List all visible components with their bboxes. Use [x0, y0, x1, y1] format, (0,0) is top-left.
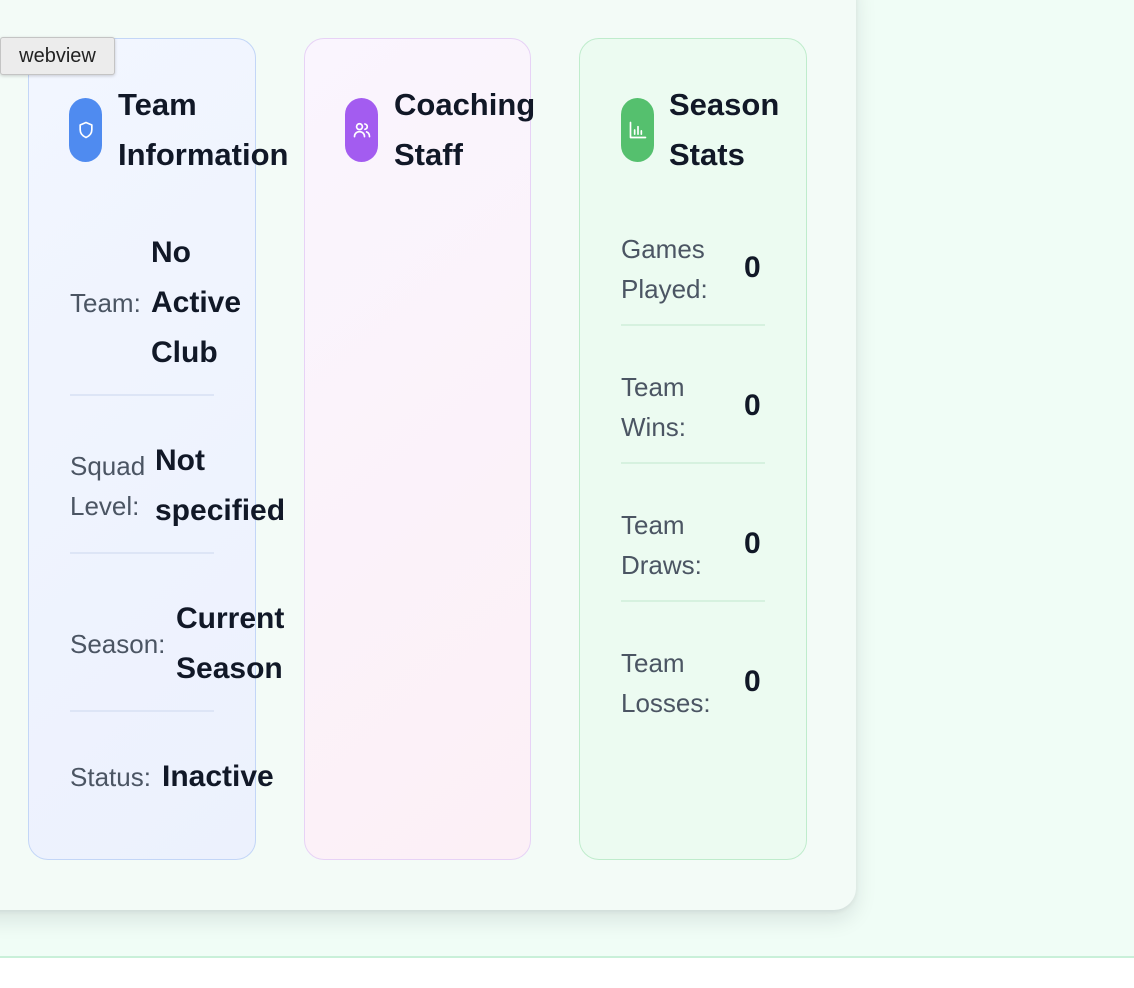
row-divider [621, 324, 765, 326]
team-draws-label: Team Draws: [621, 510, 702, 580]
team-information-title: Team Information [118, 87, 289, 172]
team-wins-value: 0 [744, 389, 761, 422]
games-played-value: 0 [744, 251, 761, 284]
team-losses-label: Team Losses: [621, 648, 711, 718]
team-draws-value: 0 [744, 527, 761, 560]
season-stats-title: Season Stats [669, 87, 780, 172]
coaching-staff-badge [345, 98, 378, 162]
webview-tooltip: webview [0, 37, 115, 75]
season-stats-badge [621, 98, 654, 162]
team-value: No Active Club [151, 236, 242, 369]
squad-level-label: Squad Level: [70, 451, 146, 521]
status-label: Status: [70, 762, 151, 792]
row-divider [621, 462, 765, 464]
row-divider [70, 552, 214, 554]
team-label: Team: [70, 288, 141, 318]
squad-level-value: Not specified [155, 444, 286, 527]
bar-chart-icon [629, 121, 646, 139]
status-value: Inactive [162, 760, 274, 793]
season-label: Season: [70, 629, 166, 659]
coaching-staff-title: Coaching Staff [394, 87, 536, 172]
row-divider [621, 600, 765, 602]
row-divider [70, 710, 214, 712]
shield-icon [78, 121, 93, 139]
team-wins-label: Team Wins: [621, 372, 686, 442]
row-divider [70, 394, 214, 396]
season-value: Current Season [176, 602, 285, 685]
team-losses-value: 0 [744, 665, 761, 698]
users-icon [353, 122, 370, 138]
team-information-badge [69, 98, 102, 162]
games-played-label: Games Played: [621, 234, 708, 304]
